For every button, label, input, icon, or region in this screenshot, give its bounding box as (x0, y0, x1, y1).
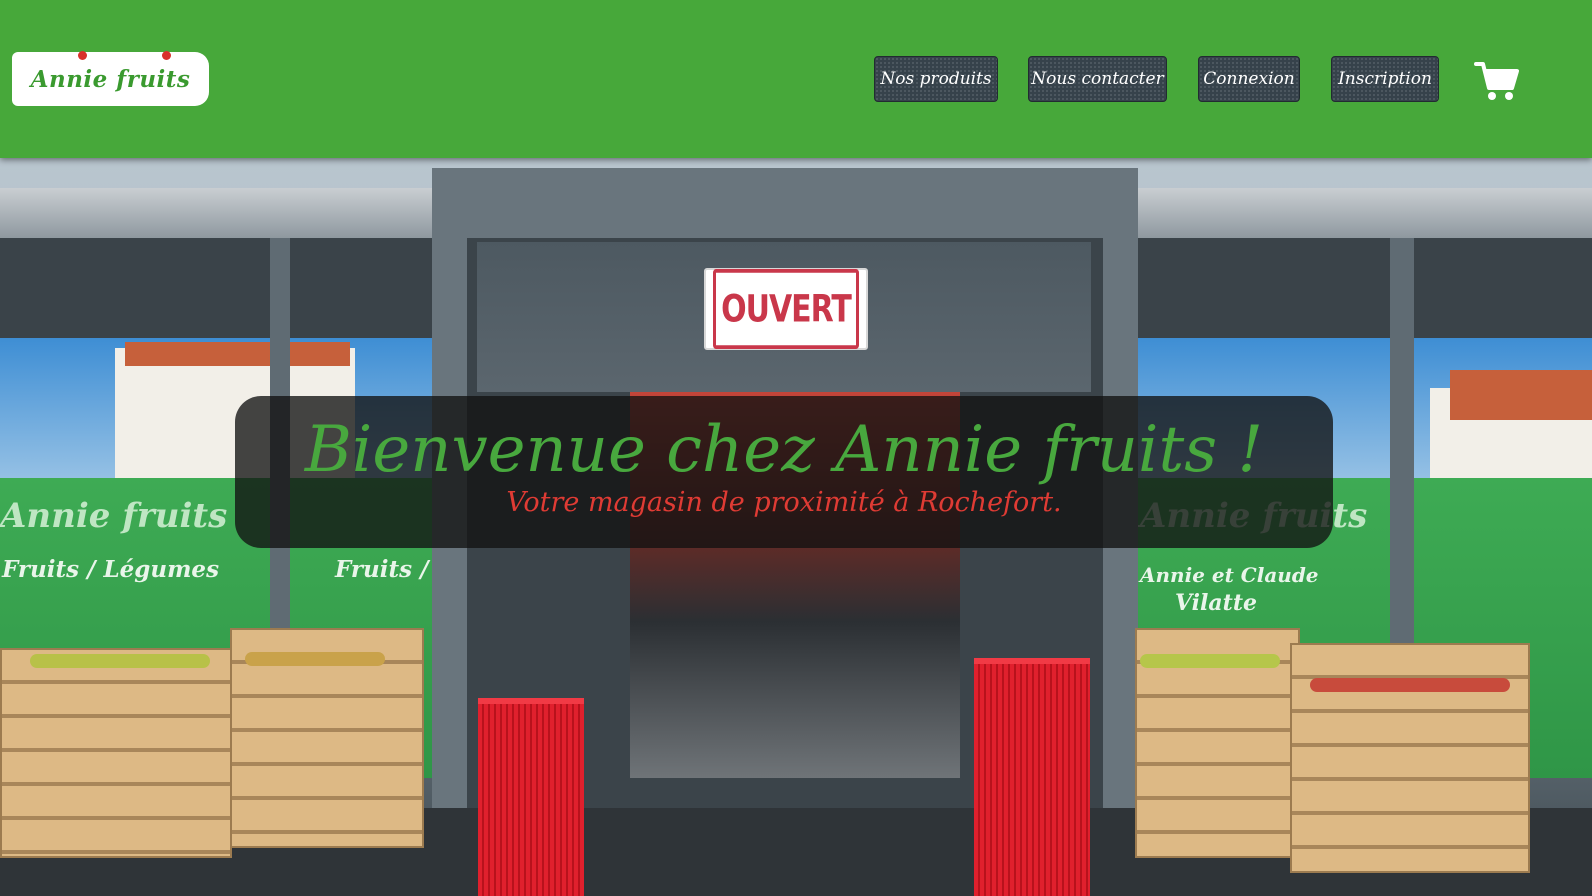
site-header: Annie fruits Nos produits Nous contacter… (0, 0, 1592, 158)
fruit-crate (0, 648, 232, 858)
roof-reflection (125, 342, 350, 366)
logo-cherry-icon (78, 51, 87, 60)
shopping-cart-icon[interactable] (1474, 60, 1520, 102)
red-shopping-baskets (974, 658, 1090, 896)
nav-button-inscription[interactable]: Inscription (1331, 56, 1439, 102)
window-owner-surname: Vilatte (1175, 590, 1257, 616)
apples (30, 654, 210, 668)
logo-cherry-icon (162, 51, 171, 60)
roof-reflection (1450, 370, 1592, 420)
welcome-banner: Bienvenue chez Annie fruits ! Votre maga… (235, 396, 1333, 548)
welcome-subtitle: Votre magasin de proximité à Rochefort. (506, 487, 1062, 518)
nav-button-nous-contacter[interactable]: Nous contacter (1028, 56, 1167, 102)
apples (1140, 654, 1280, 668)
logo-text: Annie fruits (30, 65, 191, 93)
window-owner-names: Annie et Claude (1140, 563, 1319, 587)
nav-button-connexion[interactable]: Connexion (1198, 56, 1300, 102)
apples (245, 652, 385, 666)
site-logo[interactable]: Annie fruits (12, 51, 209, 106)
window-brand-left: Annie fruits (0, 496, 228, 536)
nav-button-nos-produits[interactable]: Nos produits (874, 56, 998, 102)
apples (1310, 678, 1510, 692)
open-sign-text: OUVERT (713, 269, 859, 349)
window-fruits-legumes-left: Fruits / Légumes (2, 556, 220, 583)
open-sign: OUVERT (704, 268, 868, 350)
welcome-title: Bienvenue chez Annie fruits ! (304, 413, 1264, 487)
red-shopping-baskets (478, 698, 584, 896)
